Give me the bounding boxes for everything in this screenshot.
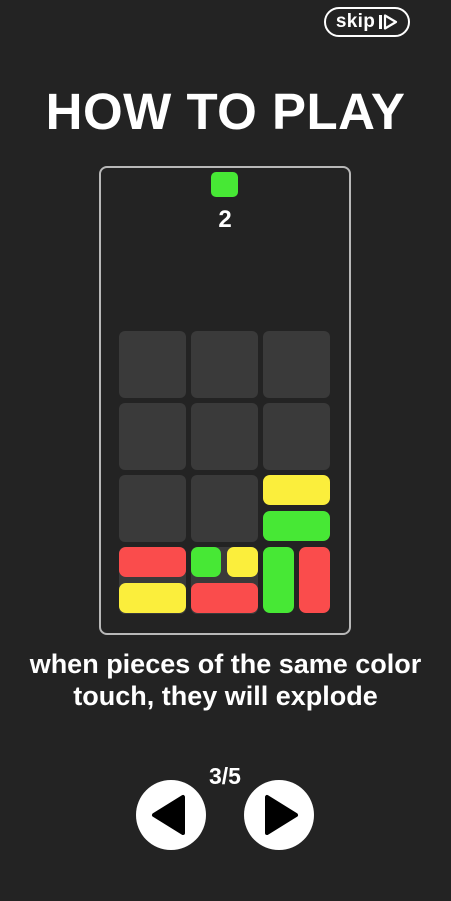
grid-cell <box>191 403 258 470</box>
red-piece <box>119 547 186 577</box>
green-piece <box>191 547 221 577</box>
next-piece-preview <box>211 172 238 197</box>
yellow-piece <box>263 475 330 505</box>
yellow-piece <box>119 583 186 613</box>
skip-forward-icon <box>378 14 398 30</box>
grid-cell <box>191 475 258 542</box>
grid-cell <box>191 331 258 398</box>
next-piece-count: 2 <box>218 206 232 233</box>
grid-cell <box>119 475 186 542</box>
skip-label: skip <box>335 11 376 32</box>
grid-cell <box>263 331 330 398</box>
red-piece <box>191 583 258 613</box>
next-button[interactable] <box>244 780 314 850</box>
yellow-piece <box>227 547 258 577</box>
instruction-text: when pieces of the same color touch, the… <box>29 649 422 711</box>
green-piece <box>263 511 330 541</box>
skip-button[interactable]: skip <box>324 7 410 37</box>
grid-cell <box>119 331 186 398</box>
grid-cell <box>119 403 186 470</box>
green-piece <box>263 547 294 613</box>
previous-button[interactable] <box>136 780 206 850</box>
triangle-right-icon <box>265 795 298 835</box>
page-title: HOW TO PLAY <box>45 83 406 140</box>
grid-cell <box>263 403 330 470</box>
red-piece <box>299 547 330 613</box>
triangle-left-icon <box>152 795 185 835</box>
